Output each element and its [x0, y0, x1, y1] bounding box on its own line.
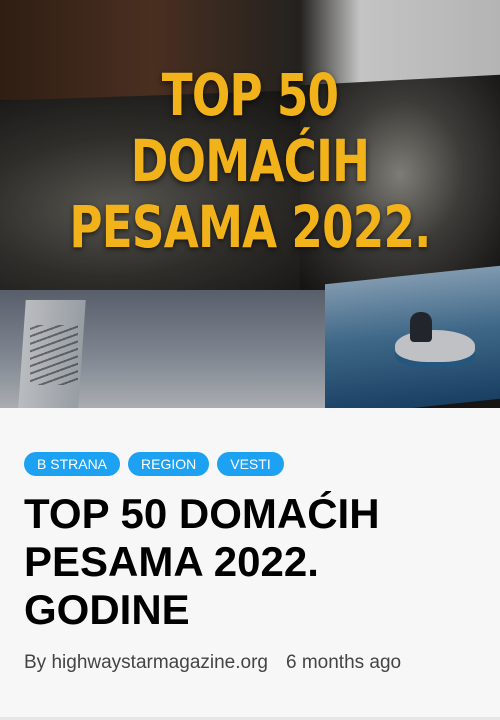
article-meta: By highwaystarmagazine.org 6 months ago [24, 652, 476, 674]
byline-prefix: By [24, 652, 47, 673]
author-link[interactable]: highwaystarmagazine.org [51, 652, 268, 673]
tag-region[interactable]: REGION [128, 452, 210, 476]
tag-b-strana[interactable]: B STRANA [24, 452, 121, 476]
article-card: B STRANA REGION VESTI TOP 50 DOMAĆIH PES… [0, 408, 500, 674]
hero-title: TOP 50 DOMAĆIH PESAMA 2022. [55, 62, 445, 260]
hero-image[interactable]: TOP 50 DOMAĆIH PESAMA 2022. [0, 0, 500, 408]
category-tags: B STRANA REGION VESTI [24, 408, 476, 476]
tag-vesti[interactable]: VESTI [217, 452, 284, 476]
publish-time: 6 months ago [285, 652, 402, 673]
byline: By highwaystarmagazine.org [24, 652, 268, 674]
article-title[interactable]: TOP 50 DOMAĆIH PESAMA 2022. GODINE [24, 490, 476, 634]
hero-title-line-2: PESAMA 2022. [69, 193, 431, 261]
hero-title-line-1: TOP 50 DOMAĆIH [130, 61, 370, 195]
